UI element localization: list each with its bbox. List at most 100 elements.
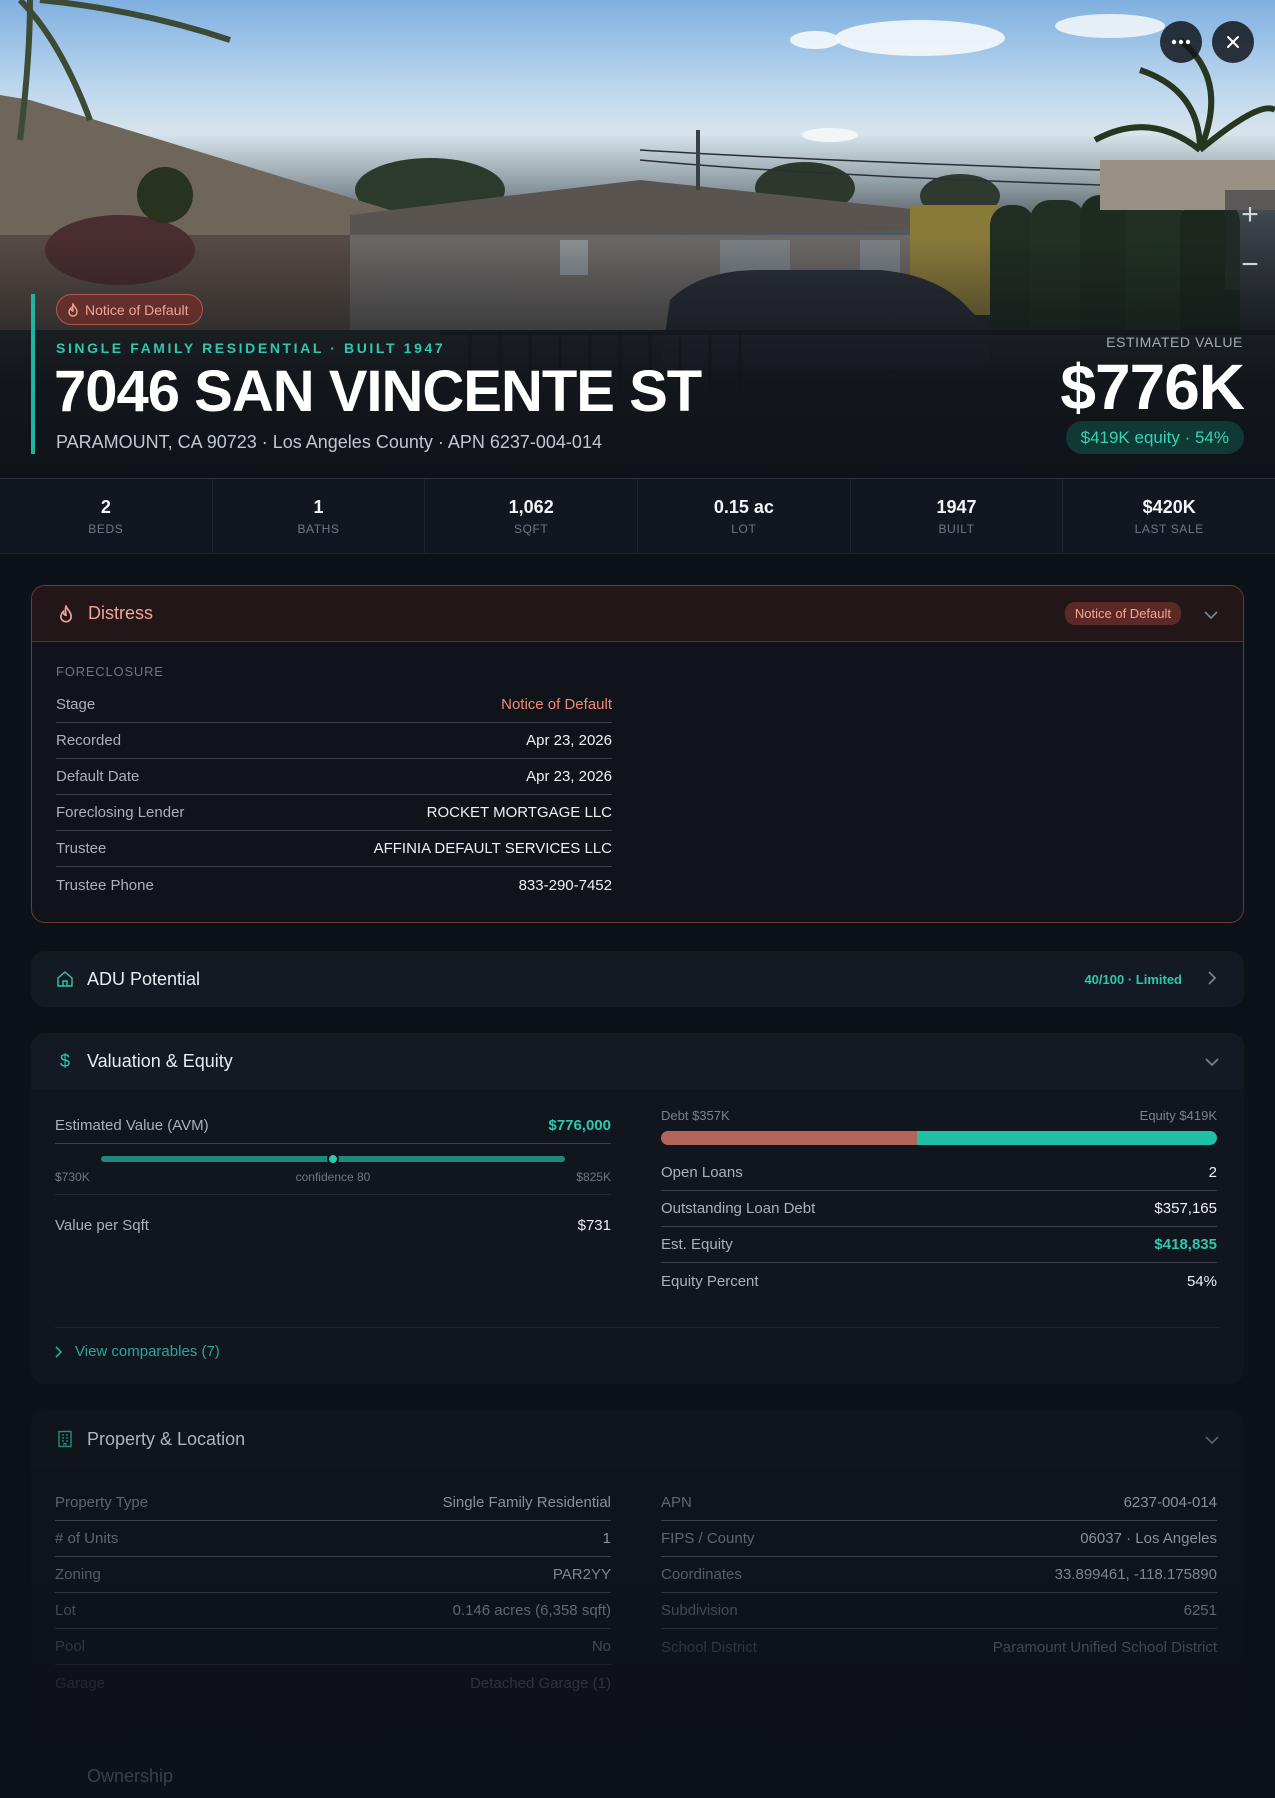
hero-accent-bar (31, 294, 35, 454)
row-value: Apr 23, 2026 (526, 768, 612, 785)
foreclosure-row: Trustee Phone 833-290-7452 (56, 867, 612, 903)
row-key: Subdivision (661, 1602, 738, 1619)
more-horizontal-icon (1171, 39, 1191, 45)
row-value: Notice of Default (501, 696, 612, 713)
stat-label: SQFT (513, 521, 549, 536)
adu-title: ADU Potential (87, 968, 201, 989)
location-row: School District Paramount Unified School … (661, 1629, 1217, 1665)
distress-header[interactable]: Distress Notice of Default (32, 586, 1243, 642)
chevron-down-icon[interactable] (1204, 1431, 1220, 1447)
avm-range-high: $825K (576, 1170, 611, 1184)
row-key: APN (661, 1494, 692, 1511)
zoom-in-button[interactable]: + (1225, 190, 1275, 240)
estimated-value-label: ESTIMATED VALUE (1106, 334, 1243, 350)
valuation-header[interactable]: $ Valuation & Equity (31, 1033, 1244, 1089)
row-key: Garage (55, 1674, 106, 1692)
debt-segment (661, 1131, 917, 1145)
distress-badge-label: Notice of Default (85, 301, 189, 318)
adu-card[interactable]: ADU Potential 40/100 · Limited (31, 951, 1244, 1007)
row-value: $418,835 (1154, 1236, 1217, 1253)
chevron-down-icon[interactable] (1204, 1053, 1220, 1069)
flame-icon (56, 604, 76, 624)
property-row: Garage Detached Garage (1) (55, 1665, 611, 1701)
row-value: 0.146 acres (6,358 sqft) (452, 1602, 611, 1619)
row-value: Single Family Residential (442, 1494, 611, 1511)
distress-badge: Notice of Default (56, 294, 203, 325)
debt-label: Debt $357K (661, 1108, 730, 1123)
row-value: 6251 (1183, 1602, 1217, 1619)
view-comparables-link[interactable]: View comparables (7) (55, 1343, 220, 1360)
chevron-down-icon[interactable] (1203, 606, 1219, 622)
row-key: Value per Sqft (55, 1216, 149, 1234)
property-row: Pool No (55, 1629, 611, 1665)
loan-row: Open Loans 2 (661, 1155, 1217, 1191)
stat-value: 0.15 ac (713, 496, 774, 517)
stat-label: BEDS (88, 521, 124, 536)
row-key: School District (661, 1638, 757, 1656)
avm-confidence: confidence 80 (295, 1170, 371, 1184)
row-value: Apr 23, 2026 (526, 732, 612, 749)
row-key: Pool (55, 1638, 86, 1655)
row-value: 54% (1186, 1272, 1217, 1290)
property-header[interactable]: Property & Location (31, 1411, 1244, 1467)
stat-beds: 2 BEDS (0, 479, 213, 553)
row-value: PAR2YY (552, 1566, 611, 1583)
ownership-header[interactable]: Ownership (55, 1766, 173, 1787)
property-stats: 2 BEDS 1 BATHS 1,062 SQFT 0.15 ac LOT 1947 BU… (0, 479, 1275, 554)
loan-row: Equity Percent 54% (661, 1263, 1217, 1299)
stat-built: 1947 BUILT (851, 479, 1064, 553)
avm-range-low: $730K (55, 1170, 90, 1184)
foreclosure-row: Recorded Apr 23, 2026 (56, 723, 612, 759)
adu-header[interactable]: ADU Potential 40/100 · Limited (31, 951, 1244, 1007)
stat-value: 1,062 (508, 496, 554, 517)
debt-equity-bar (661, 1131, 1217, 1145)
zoom-out-button[interactable]: − (1225, 240, 1275, 290)
per-sqft-row: Value per Sqft $731 (55, 1195, 611, 1255)
map-zoom-control: + − (1225, 190, 1275, 290)
row-value: Detached Garage (1) (470, 1674, 611, 1692)
stat-label: BUILT (938, 521, 975, 536)
row-key: # of Units (55, 1530, 119, 1547)
avm-label: Estimated Value (AVM) (55, 1117, 209, 1134)
estimated-value: $776K (1060, 351, 1245, 423)
stat-last-sale: $420K LAST SALE (1063, 479, 1275, 553)
row-key: Open Loans (661, 1164, 743, 1181)
avm-range-track (101, 1153, 565, 1165)
property-row: Lot 0.146 acres (6,358 sqft) (55, 1593, 611, 1629)
loan-row: Est. Equity $418,835 (661, 1227, 1217, 1263)
row-value: 2 (1208, 1164, 1217, 1181)
location-row: Coordinates 33.899461, -118.175890 (661, 1557, 1217, 1593)
row-key: Lot (55, 1602, 76, 1619)
row-key: Recorded (56, 732, 122, 749)
row-value: ROCKET MORTGAGE LLC (426, 804, 612, 821)
chevron-right-icon (55, 1345, 63, 1358)
foreclosure-label: FORECLOSURE (56, 664, 164, 679)
chevron-right-icon[interactable] (1204, 970, 1220, 988)
stat-lot: 0.15 ac LOT (638, 479, 851, 553)
row-value: Paramount Unified School District (992, 1638, 1217, 1656)
property-row: Zoning PAR2YY (55, 1557, 611, 1593)
row-value: AFFINIA DEFAULT SERVICES LLC (373, 840, 612, 857)
row-key: Est. Equity (661, 1236, 733, 1253)
valuation-card: $ Valuation & Equity Estimated Value (AV… (31, 1033, 1244, 1384)
row-value: $357,165 (1154, 1200, 1217, 1217)
row-key: Property Type (55, 1494, 149, 1511)
stat-value: 1947 (936, 496, 977, 517)
property-address: 7046 SAN VINCENTE ST (54, 359, 702, 424)
property-type-eyebrow: SINGLE FAMILY RESIDENTIAL · BUILT 1947 (56, 340, 446, 356)
flame-icon (68, 302, 78, 317)
close-button[interactable] (1212, 21, 1254, 63)
building-icon (55, 1429, 75, 1449)
row-key: Outstanding Loan Debt (661, 1200, 816, 1217)
row-key: FIPS / County (661, 1530, 755, 1547)
stat-value: $420K (1142, 496, 1196, 517)
row-value: 06037 · Los Angeles (1080, 1530, 1217, 1547)
row-key: Trustee (56, 840, 107, 857)
location-row: APN 6237-004-014 (661, 1485, 1217, 1521)
row-value: 33.899461, -118.175890 (1054, 1566, 1217, 1583)
more-button[interactable] (1160, 21, 1202, 63)
home-icon (55, 969, 75, 989)
row-value: 1 (602, 1530, 611, 1547)
equity-label: Equity $419K (1139, 1108, 1217, 1123)
property-row: # of Units 1 (55, 1521, 611, 1557)
